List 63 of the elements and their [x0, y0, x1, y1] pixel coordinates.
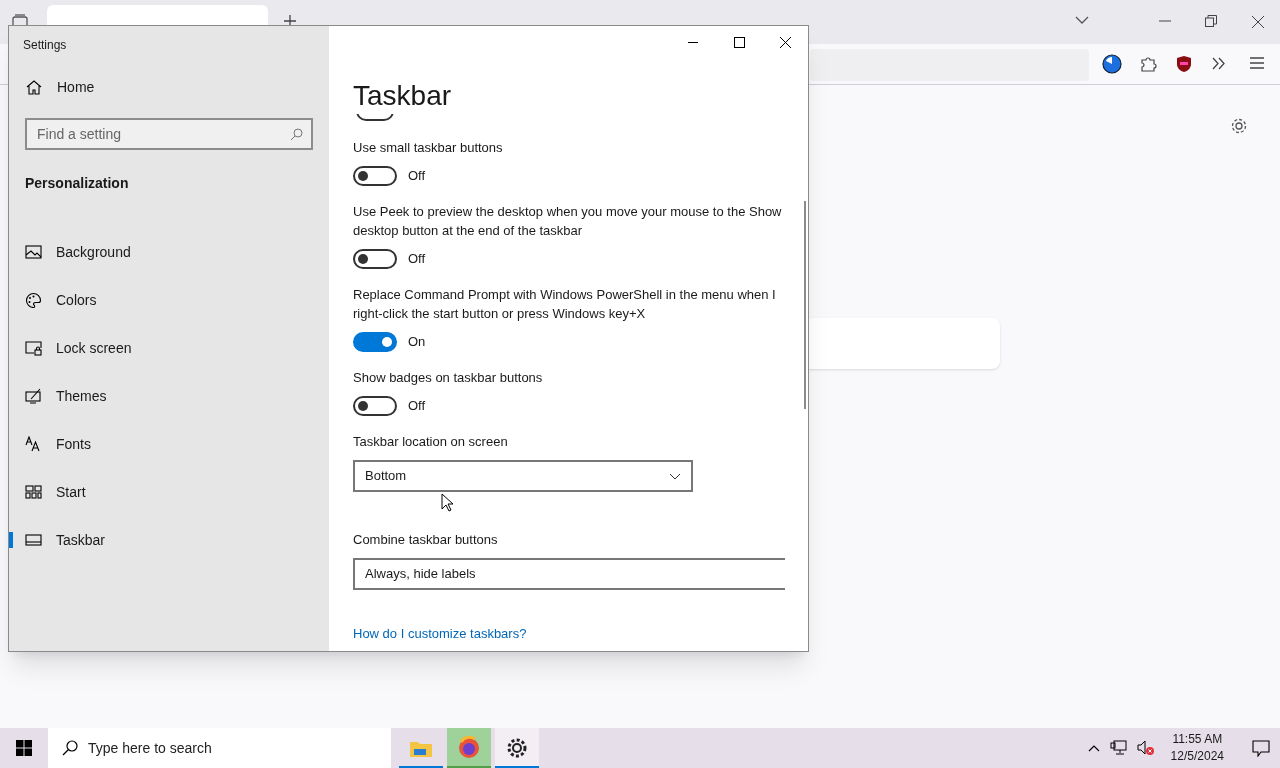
brush-monitor-icon: [25, 388, 42, 404]
toggle-state: Off: [408, 167, 426, 186]
search-field[interactable]: Type here to search: [48, 728, 391, 768]
sidebar-item[interactable]: Lock screen: [9, 324, 329, 372]
shield-icon[interactable]: [1176, 55, 1192, 73]
chevron-right-icon[interactable]: [1212, 57, 1226, 70]
help-link[interactable]: How do I customize taskbars?: [353, 624, 527, 644]
muted-speaker-icon[interactable]: [1136, 740, 1155, 756]
sidebar-item[interactable]: Background: [9, 228, 329, 276]
lock-screen-icon: [25, 340, 42, 356]
setting-label: Use Peek to preview the desktop when you move your mouse to the Show desktop button at the end of the taskbar: [353, 203, 783, 240]
sidebar-item[interactable]: Colors: [9, 276, 329, 324]
notification-icon[interactable]: [1252, 739, 1270, 757]
page-title: Taskbar: [353, 79, 453, 113]
search-icon: [290, 128, 303, 141]
globe-icon[interactable]: [1102, 54, 1122, 74]
puzzle-icon[interactable]: [1140, 55, 1157, 72]
sidebar-item[interactable]: Fonts: [9, 420, 329, 468]
chevron-down-icon[interactable]: [1075, 16, 1089, 25]
toggle-state: Off: [408, 397, 426, 416]
toggle-switch[interactable]: [353, 396, 397, 416]
sidebar-item[interactable]: Home: [9, 72, 329, 102]
selection-indicator: [9, 532, 13, 548]
mouse-cursor-icon: [441, 493, 454, 512]
window-title: Settings: [22, 37, 68, 54]
sidebar-item[interactable]: Start: [9, 468, 329, 516]
fonts-icon: [25, 436, 42, 452]
toggle-switch[interactable]: [353, 166, 397, 186]
scrollbar[interactable]: [804, 201, 806, 409]
minimize-icon: [688, 41, 698, 43]
chevron-down-icon: [669, 472, 681, 480]
chevron-up-icon[interactable]: [1087, 744, 1100, 752]
search-icon: [62, 740, 78, 756]
home-icon: [26, 79, 42, 95]
section-heading: Personalization: [24, 174, 130, 193]
toggle-switch[interactable]: [353, 249, 397, 269]
clock-date[interactable]: 12/5/2024: [1170, 748, 1224, 765]
setting-label: Show badges on taskbar buttons: [353, 369, 544, 387]
toggle-state: On: [408, 333, 426, 352]
restore-icon[interactable]: [1205, 15, 1217, 27]
search-field[interactable]: Find a setting: [25, 118, 313, 150]
settings-icon[interactable]: [1230, 117, 1248, 135]
maximize-icon: [733, 36, 745, 48]
setting-label: Replace Command Prompt with Windows PowerShell in the menu when I right-click the start button or press Windows key+X: [353, 286, 777, 323]
picture-icon: [25, 244, 42, 260]
tiles-icon: [25, 484, 42, 500]
windows-logo-icon: [16, 740, 32, 756]
sidebar-item[interactable]: Themes: [9, 372, 329, 420]
taskbar-icon: [25, 532, 42, 548]
palette-icon: [25, 292, 42, 308]
network-icon[interactable]: [1109, 740, 1127, 756]
dropdown[interactable]: Bottom: [353, 460, 693, 492]
taskbar-app-button[interactable]: [495, 728, 539, 768]
toggle-switch[interactable]: [353, 332, 397, 352]
close-icon: [779, 36, 791, 48]
close-icon[interactable]: [1252, 16, 1264, 28]
dropdown[interactable]: Always, hide labels: [353, 558, 785, 590]
toggle-state: Off: [408, 250, 426, 269]
menu-icon[interactable]: [1250, 57, 1264, 69]
clock-time[interactable]: 11:55 AM: [1172, 731, 1223, 748]
setting-label: Taskbar location on screen: [353, 433, 509, 451]
setting-label: Combine taskbar buttons: [353, 531, 499, 549]
setting-label: Use small taskbar buttons: [353, 139, 504, 157]
